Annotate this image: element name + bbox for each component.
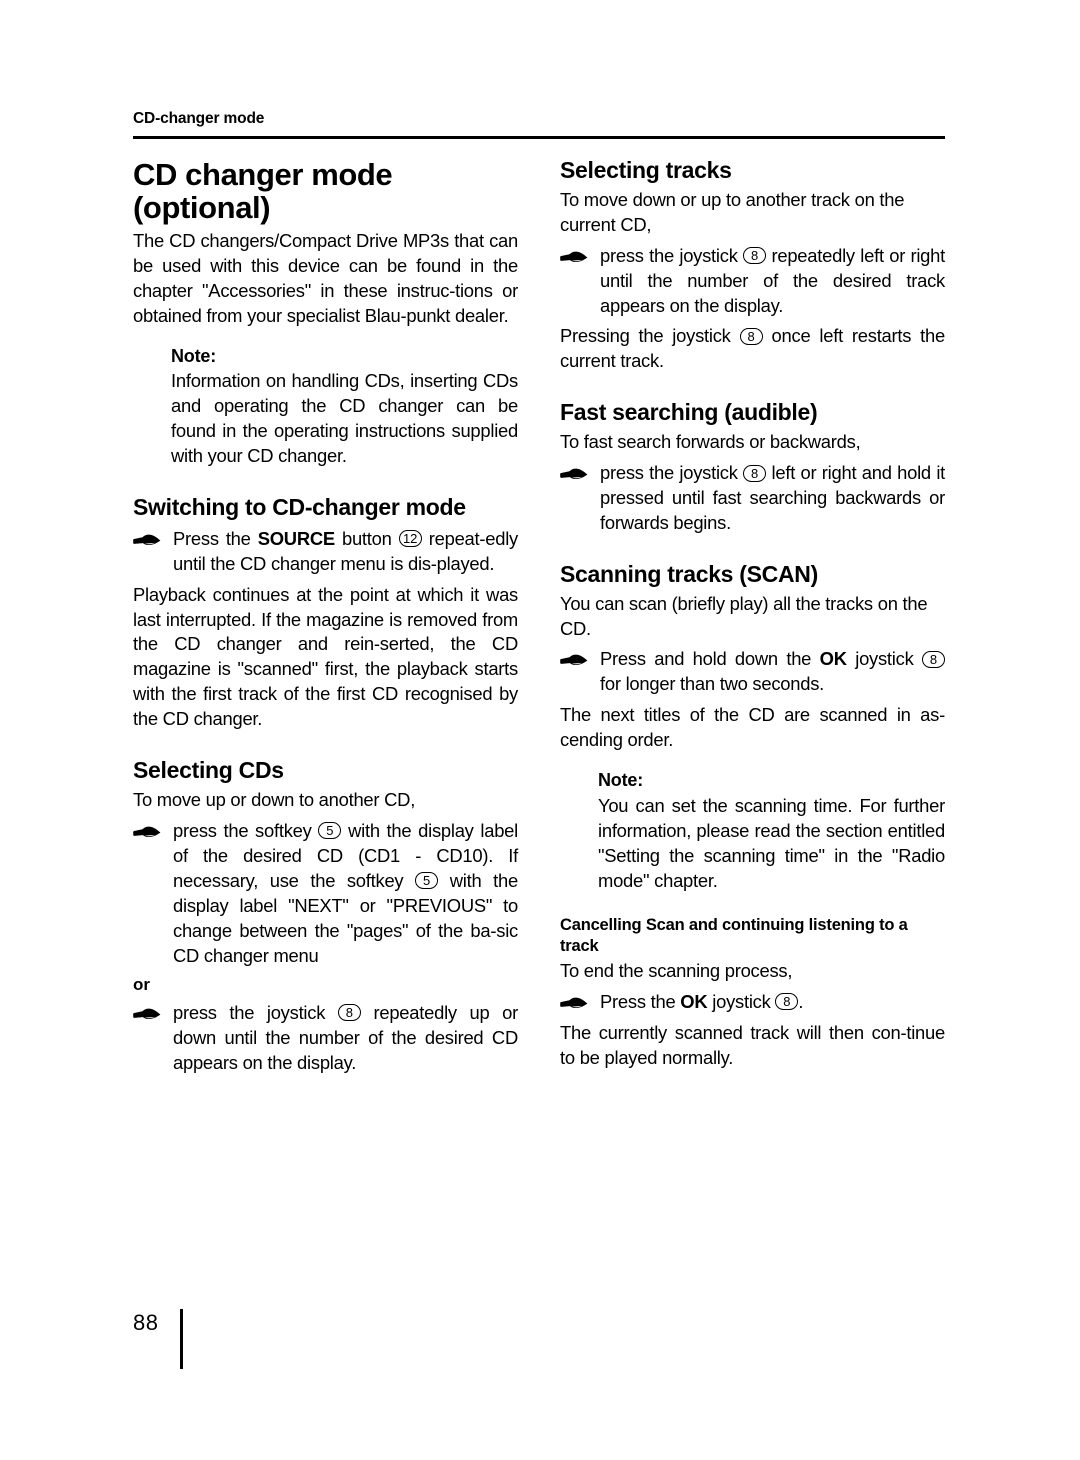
- pointing-hand-icon: [560, 990, 600, 1011]
- bullet-press-source: Press the SOURCE button 12 repeat-edly u…: [133, 527, 518, 577]
- bullet-post: for longer than two seconds.: [600, 673, 825, 695]
- paragraph-currently-scanned-track: The currently scanned track will then co…: [560, 1021, 945, 1068]
- key-number-12: 12: [398, 530, 422, 548]
- heading-selecting-tracks: Selecting tracks: [560, 157, 732, 183]
- key-number-8: 8: [922, 650, 946, 668]
- bullet-post: .: [798, 990, 804, 1012]
- or-label: or: [133, 974, 150, 994]
- pointing-hand-icon: [560, 647, 600, 668]
- paragraph-pressing-joystick-once: Pressing the joystick 8 once left restar…: [560, 324, 945, 374]
- key-number-5-b: 5: [415, 872, 439, 890]
- right-column: Selecting tracks To move down or up to a…: [560, 157, 946, 1070]
- key-number-8: 8: [743, 247, 767, 265]
- heading-switching-to-cd-changer-mode: Switching to CD-changer mode: [133, 493, 466, 520]
- page-title: CD changer mode (optional): [133, 158, 518, 225]
- heading-selecting-cds: Selecting CDs: [133, 757, 284, 784]
- key-number-5-a: 5: [318, 822, 342, 840]
- bullet-press-source-text: Press the SOURCE button 12 repeat-edly u…: [173, 527, 518, 577]
- bullet-pre: press the softkey: [173, 819, 319, 841]
- bullet-pre: Press the: [600, 990, 681, 1012]
- note-label: Note:: [598, 770, 643, 791]
- note-text: You can set the scanning time. For furth…: [598, 794, 945, 891]
- footer-rule: [180, 1309, 183, 1369]
- page-title-line1: CD changer mode: [133, 157, 393, 192]
- running-header: CD-changer mode: [133, 110, 265, 127]
- intro-paragraph: The CD changers/Compact Drive MP3s that …: [133, 229, 518, 326]
- key-number-8: 8: [739, 327, 763, 345]
- para-pre: Pressing the joystick: [560, 325, 740, 347]
- pointing-hand-icon: [133, 527, 173, 548]
- lead-scanning-tracks: You can scan (briefly play) all the trac…: [560, 592, 928, 639]
- manual-page: CD-changer mode CD changer mode (optiona…: [0, 0, 1080, 1460]
- bullet-press-softkey: press the softkey 5 with the display lab…: [133, 819, 518, 969]
- pointing-hand-icon: [560, 244, 600, 265]
- lead-selecting-tracks: To move down or up to another track on t…: [560, 188, 905, 235]
- keyword-source: SOURCE: [257, 527, 335, 549]
- lead-fast-searching: To fast search forwards or backwards,: [560, 431, 861, 453]
- bullet-press-joystick-updown-text: press the joystick 8 repeatedly up or do…: [173, 1001, 518, 1076]
- note-text: Information on handling CDs, inserting C…: [171, 370, 518, 466]
- pointing-hand-icon: [133, 819, 173, 840]
- left-column: CD changer mode (optional) The CD change…: [133, 158, 518, 1082]
- note-label: Note:: [171, 345, 216, 366]
- bullet-pre: press the joystick: [600, 462, 744, 483]
- heading-scanning-tracks: Scanning tracks (SCAN): [560, 560, 818, 587]
- key-number-8: 8: [743, 464, 767, 482]
- bullet-press-joystick-leftright: press the joystick 8 repeatedly left or …: [560, 244, 945, 319]
- key-number-8: 8: [337, 1004, 361, 1022]
- bullet-press-hold-ok: Press and hold down the OK joystick 8 fo…: [560, 647, 946, 697]
- bullet-pre: Press and hold down the: [600, 648, 820, 670]
- bullet-pre: Press the: [173, 527, 258, 549]
- page-title-line2: (optional): [133, 190, 271, 226]
- page-number: 88: [133, 1310, 159, 1335]
- paragraph-next-titles: The next titles of the CD are scanned in…: [560, 704, 945, 751]
- bullet-press-joystick-updown: press the joystick 8 repeatedly up or do…: [133, 1001, 518, 1076]
- pointing-hand-icon: [133, 1001, 173, 1022]
- bullet-press-hold-ok-text: Press and hold down the OK joystick 8 fo…: [600, 647, 946, 697]
- bullet-pre: press the joystick: [173, 1001, 338, 1023]
- pointing-hand-icon: [560, 461, 600, 482]
- bullet-press-softkey-text: press the softkey 5 with the display lab…: [173, 819, 518, 969]
- bullet-press-ok: Press the OK joystick 8.: [560, 990, 945, 1015]
- heading-cancelling-scan: Cancelling Scan and continuing listening…: [560, 916, 908, 955]
- bullet-fast-search-text: press the joystick 8 left or right and h…: [600, 461, 945, 536]
- lead-cancelling-scan: To end the scanning process,: [560, 959, 793, 981]
- bullet-mid: button: [334, 527, 399, 549]
- header-rule: [133, 136, 945, 139]
- key-number-8: 8: [775, 993, 799, 1011]
- note-block-handling-cds: Note: Information on handling CDs, inser…: [133, 345, 518, 469]
- keyword-ok: OK: [819, 648, 847, 670]
- heading-fast-searching: Fast searching (audible): [560, 399, 818, 426]
- bullet-mid: joystick: [846, 648, 923, 670]
- paragraph-playback-continues: Playback continues at the point at which…: [133, 583, 518, 730]
- lead-selecting-cds: To move up or down to another CD,: [133, 788, 416, 810]
- keyword-ok: OK: [680, 990, 708, 1012]
- bullet-fast-search: press the joystick 8 left or right and h…: [560, 461, 945, 536]
- bullet-press-joystick-leftright-text: press the joystick 8 repeatedly left or …: [600, 244, 945, 319]
- bullet-pre: press the joystick: [600, 244, 744, 266]
- bullet-mid: joystick: [707, 990, 776, 1012]
- bullet-press-ok-text: Press the OK joystick 8.: [600, 990, 945, 1015]
- note-block-scanning-time: Note: You can set the scanning time. For…: [560, 769, 945, 893]
